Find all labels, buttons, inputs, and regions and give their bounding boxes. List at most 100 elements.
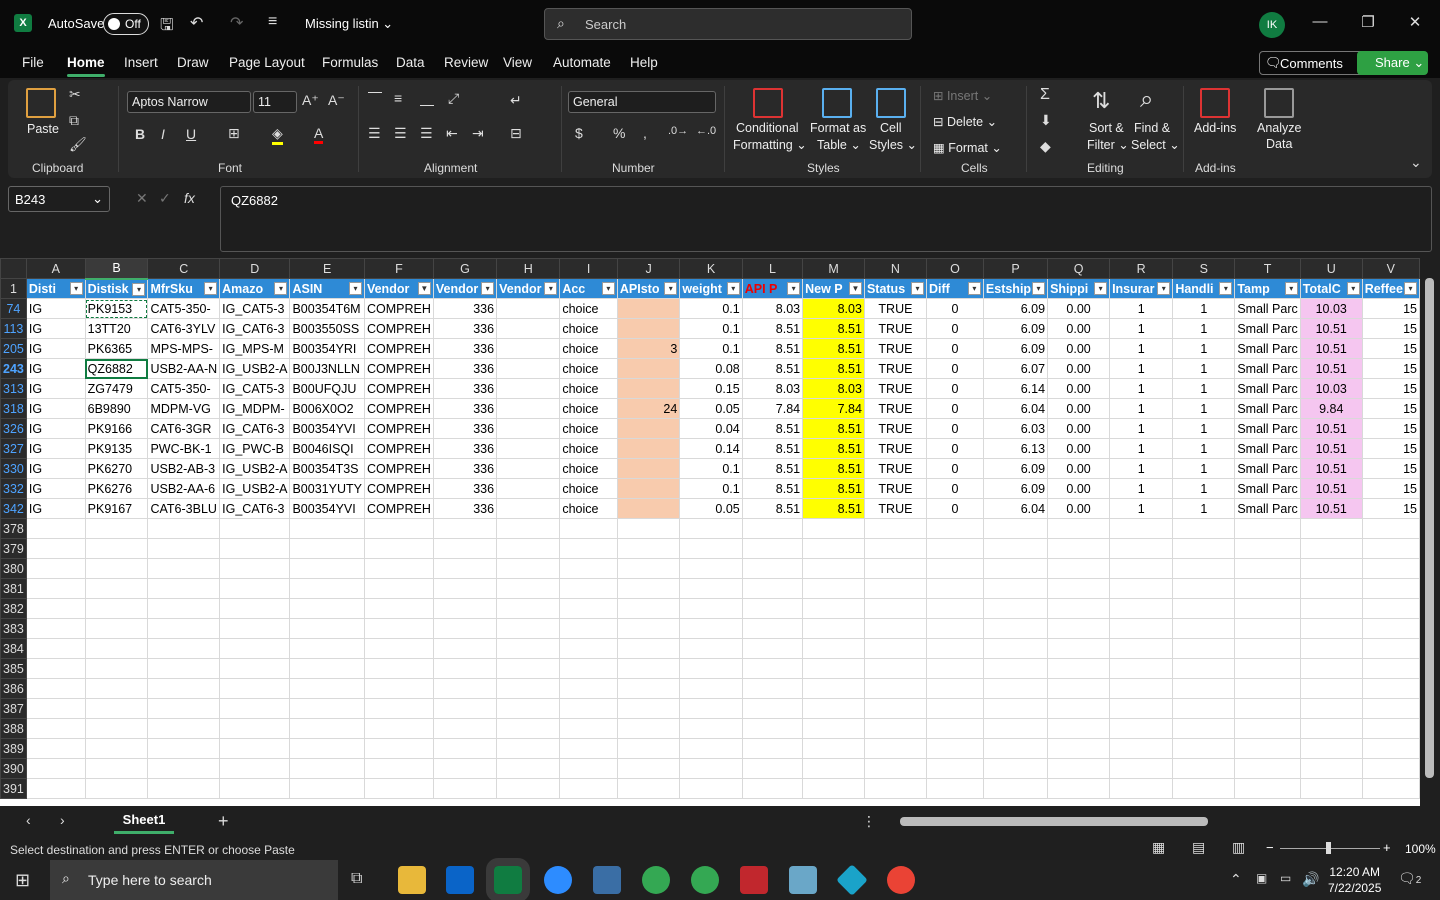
column-header-N[interactable]: N: [863, 258, 927, 279]
cell-G[interactable]: [432, 758, 498, 779]
cell-O[interactable]: 0: [925, 478, 984, 499]
cell-U[interactable]: [1299, 698, 1363, 719]
tab-file[interactable]: File: [22, 55, 44, 70]
cell-C[interactable]: [147, 678, 221, 699]
options-icon[interactable]: ⋮: [862, 813, 876, 830]
cell-A[interactable]: IG: [25, 358, 86, 379]
cell-F[interactable]: [363, 518, 434, 539]
cell-T[interactable]: Small Parc: [1234, 418, 1301, 439]
fill-icon[interactable]: ⬇: [1040, 112, 1052, 129]
cell-J[interactable]: 24: [616, 398, 681, 419]
cell-L[interactable]: [741, 578, 804, 599]
filter-dropdown-icon[interactable]: ▾: [1032, 282, 1046, 295]
cell-T[interactable]: Small Parc: [1234, 398, 1301, 419]
cell-F[interactable]: COMPREH: [363, 498, 434, 519]
page-break-view-icon[interactable]: ▥: [1232, 839, 1245, 856]
cell-D[interactable]: [219, 578, 291, 599]
chrome-alt-icon[interactable]: [887, 866, 915, 894]
cell-K[interactable]: 0.05: [679, 498, 743, 519]
tab-insert[interactable]: Insert: [124, 55, 158, 70]
cell-R[interactable]: [1109, 778, 1174, 799]
cell-S[interactable]: 1: [1172, 498, 1236, 519]
row-header[interactable]: 380: [0, 558, 27, 579]
file-name[interactable]: Missing listin ⌄: [305, 16, 393, 32]
cell-V[interactable]: 15: [1361, 498, 1420, 519]
cell-V[interactable]: 15: [1361, 458, 1420, 479]
cell-I[interactable]: choice: [559, 458, 618, 479]
cell-E[interactable]: [289, 638, 365, 659]
cell-J[interactable]: [616, 778, 681, 799]
row-header[interactable]: 388: [0, 718, 27, 739]
cell-E[interactable]: B00354YVI: [289, 498, 365, 519]
cell-A[interactable]: IG: [25, 418, 86, 439]
cell-P[interactable]: 6.09: [982, 458, 1049, 479]
cell-F[interactable]: [363, 618, 434, 639]
filter-dropdown-icon[interactable]: ▾: [1157, 282, 1171, 295]
cell-N[interactable]: TRUE: [863, 418, 927, 439]
avatar[interactable]: IK: [1259, 12, 1285, 38]
cell-U[interactable]: [1299, 618, 1363, 639]
cell-Q[interactable]: [1047, 698, 1111, 719]
cell-N[interactable]: [863, 758, 927, 779]
cell-E[interactable]: B00354T3S: [289, 458, 365, 479]
scroll-thumb[interactable]: [1425, 278, 1434, 778]
grow-font-icon[interactable]: A⁺: [302, 92, 319, 109]
cell-Q[interactable]: 0.00: [1047, 498, 1111, 519]
cell-L[interactable]: 7.84: [741, 398, 804, 419]
cell-B[interactable]: [84, 598, 149, 619]
cell-P[interactable]: 6.09: [982, 338, 1049, 359]
cell-Q[interactable]: [1047, 598, 1111, 619]
cell-Q[interactable]: 0.00: [1047, 318, 1111, 339]
cell-P[interactable]: [982, 718, 1049, 739]
cell-T[interactable]: [1234, 778, 1301, 799]
cell-I[interactable]: choice: [559, 478, 618, 499]
cell-I[interactable]: choice: [559, 318, 618, 339]
cell-E[interactable]: [289, 658, 365, 679]
filter-dropdown-icon[interactable]: ▾: [274, 282, 288, 295]
cell-P[interactable]: [982, 578, 1049, 599]
windows-start-icon[interactable]: ⊞: [15, 870, 30, 891]
file-explorer-icon[interactable]: [398, 866, 426, 894]
formula-input[interactable]: QZ6882: [220, 186, 1432, 252]
volume-icon[interactable]: 🔊: [1302, 871, 1319, 888]
cell-L[interactable]: 8.51: [741, 478, 804, 499]
cell-H[interactable]: [496, 458, 561, 479]
tab-formulas[interactable]: Formulas: [322, 55, 378, 70]
cell-D[interactable]: [219, 658, 291, 679]
cell-C[interactable]: [147, 738, 221, 759]
cell-V[interactable]: [1361, 738, 1420, 759]
cell-B[interactable]: [84, 518, 149, 539]
analyze-data-button[interactable]: Analyze: [1257, 121, 1301, 135]
cell-T[interactable]: [1234, 718, 1301, 739]
cell-C[interactable]: [147, 638, 221, 659]
cell-D[interactable]: [219, 678, 291, 699]
cell-Q[interactable]: 0.00: [1047, 418, 1111, 439]
cell-B[interactable]: PK6365: [84, 338, 149, 359]
cell-S[interactable]: 1: [1172, 378, 1236, 399]
filezilla-icon[interactable]: [740, 866, 768, 894]
cell-T[interactable]: [1234, 598, 1301, 619]
cell-M[interactable]: [802, 718, 865, 739]
cell-I[interactable]: choice: [559, 358, 618, 379]
cell-P[interactable]: [982, 538, 1049, 559]
cell-J[interactable]: [616, 318, 681, 339]
column-header-D[interactable]: D: [219, 258, 291, 279]
cell-E[interactable]: B0031YUTY: [289, 478, 365, 499]
row-header[interactable]: 330: [0, 458, 27, 479]
cell-D[interactable]: IG_CAT5-3: [219, 378, 291, 399]
cell-E[interactable]: B006X0O2: [289, 398, 365, 419]
cell-D[interactable]: [219, 518, 291, 539]
cell-B[interactable]: PK6270: [84, 458, 149, 479]
cell-O[interactable]: 0: [925, 318, 984, 339]
cell-P[interactable]: 6.04: [982, 398, 1049, 419]
cell-N[interactable]: [863, 558, 927, 579]
cell-Q[interactable]: [1047, 558, 1111, 579]
cell-N[interactable]: TRUE: [863, 318, 927, 339]
filter-dropdown-icon[interactable]: ▾: [481, 282, 495, 295]
cell-J[interactable]: [616, 438, 681, 459]
cell-Q[interactable]: [1047, 578, 1111, 599]
cell-C[interactable]: MPS-MPS-: [147, 338, 221, 359]
notepad-icon[interactable]: [789, 866, 817, 894]
cell-R[interactable]: [1109, 538, 1174, 559]
cell-V[interactable]: 15: [1361, 318, 1420, 339]
